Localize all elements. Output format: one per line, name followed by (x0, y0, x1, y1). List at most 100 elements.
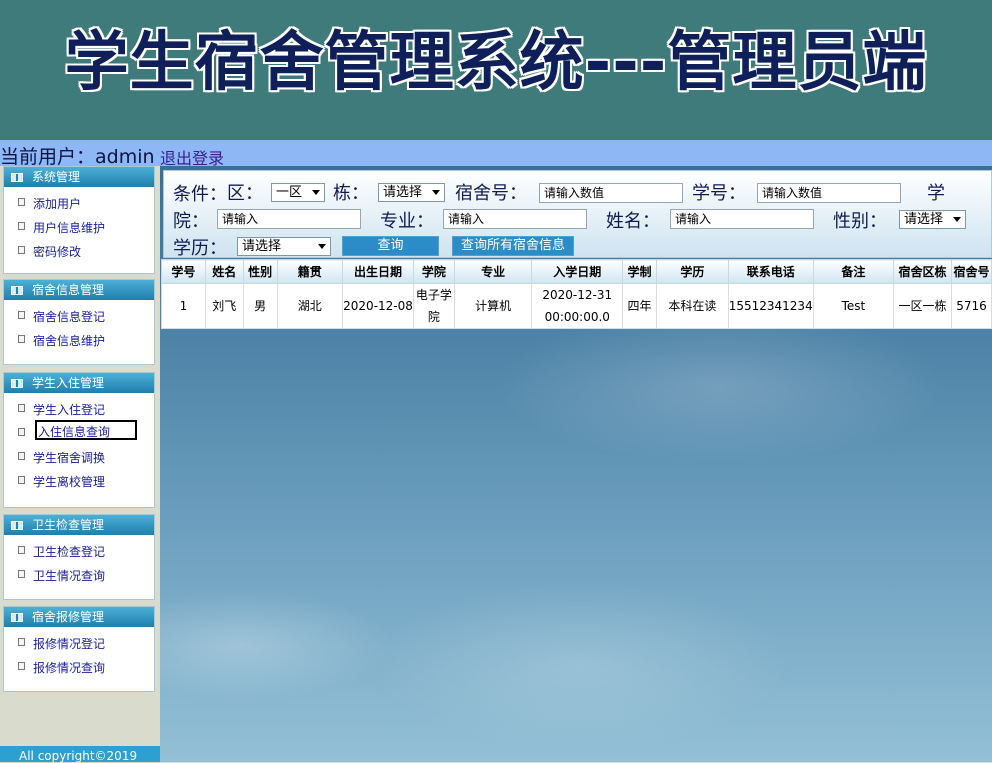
chevron-down-icon (312, 190, 320, 195)
menu-group-title: 宿舍信息管理 (32, 283, 105, 297)
menu-group-title: 学生入住管理 (32, 376, 105, 390)
sidebar-item-dorm-maintenance[interactable]: 宿舍信息维护 (4, 328, 154, 352)
column-header: 出生日期 (342, 259, 415, 284)
gender-select[interactable]: 请选择 (899, 210, 966, 229)
table-cell: 电子学院 (413, 283, 455, 329)
table-cell: Test (812, 283, 895, 329)
column-header: 备注 (812, 259, 895, 284)
column-header: 学号 (161, 259, 206, 284)
menu-group-header[interactable]: 宿舍信息管理 (4, 280, 154, 300)
menu-book-icon (11, 173, 23, 182)
education-label: 学历： (173, 238, 227, 259)
menu-group-title: 宿舍报修管理 (32, 610, 105, 624)
table-row: 1 刘飞 男 湖北 2020-12-08 电子学院 计算机 2020-12-31… (161, 283, 992, 329)
sidebar-item-checkin-register[interactable]: 学生入住登记 (4, 397, 154, 421)
sidebar-item-label: 学生入住登记 (33, 403, 106, 417)
column-header: 姓名 (204, 259, 244, 284)
table-cell: 本科在读 (655, 283, 729, 329)
area-label: 区： (227, 183, 263, 204)
gender-label: 性别： (833, 211, 887, 232)
column-header: 专业 (453, 259, 533, 284)
sidebar-item-user-maintenance[interactable]: 用户信息维护 (4, 215, 154, 239)
sidebar-item-leave-school[interactable]: 学生离校管理 (4, 469, 154, 493)
menu-book-icon (11, 613, 23, 622)
column-header: 学历 (655, 259, 729, 284)
sidebar-item-label: 报修情况登记 (33, 637, 106, 651)
chevron-down-icon (953, 217, 961, 222)
table-cell: 一区一栋 (893, 283, 952, 329)
student-id-label: 学号： (692, 183, 746, 204)
document-icon (18, 428, 25, 436)
sidebar-item-add-user[interactable]: 添加用户 (4, 191, 154, 215)
menu-group-hygiene: 卫生检查管理 卫生检查登记 卫生情况查询 (3, 514, 155, 600)
menu-group-header[interactable]: 学生入住管理 (4, 373, 154, 393)
table-cell: 1 (161, 283, 206, 329)
table-cell: 男 (242, 283, 278, 329)
app-title: 学生宿舍管理系统---管理员端 (64, 26, 928, 100)
sidebar-item-dorm-swap[interactable]: 学生宿舍调换 (4, 445, 154, 469)
sidebar-item-checkin-query[interactable]: 入住信息查询 (4, 420, 154, 445)
query-button[interactable]: 查询 (342, 236, 439, 256)
current-user-label: 当前用户：admin (0, 146, 155, 168)
table-cell: 四年 (622, 283, 657, 329)
column-header: 入学日期 (531, 259, 624, 284)
sidebar-item-label: 学生宿舍调换 (33, 451, 106, 465)
education-select[interactable]: 请选择 (237, 237, 331, 256)
table-cell: 2020-12-31 00:00:00.0 (531, 283, 624, 329)
sidebar-item-hygiene-register[interactable]: 卫生检查登记 (4, 539, 154, 563)
sidebar-item-dorm-register[interactable]: 宿舍信息登记 (4, 304, 154, 328)
header: 学生宿舍管理系统---管理员端 (0, 0, 992, 140)
menu-group-system: 系统管理 添加用户 用户信息维护 密码修改 (3, 166, 155, 274)
menu-group-dorm-info: 宿舍信息管理 宿舍信息登记 宿舍信息维护 (3, 279, 155, 365)
building-select[interactable]: 请选择 (378, 183, 445, 202)
sidebar-item-change-password[interactable]: 密码修改 (4, 239, 154, 263)
name-label: 姓名： (606, 211, 660, 232)
menu-group-header[interactable]: 卫生检查管理 (4, 515, 154, 535)
query-all-button[interactable]: 查询所有宿舍信息 (452, 236, 574, 256)
table-cell: 2020-12-08 (342, 283, 415, 329)
menu-book-icon (11, 521, 23, 530)
column-header: 宿舍号 (950, 259, 992, 284)
menu-group-header[interactable]: 宿舍报修管理 (4, 607, 154, 627)
condition-label: 条件： (173, 184, 227, 205)
document-icon (18, 335, 25, 343)
table-cell: 15512341234 (727, 283, 814, 329)
copyright-text: All copyright©2019 (19, 749, 138, 763)
sidebar-item-label: 添加用户 (33, 197, 82, 211)
sidebar-item-repair-register[interactable]: 报修情况登记 (4, 631, 154, 655)
column-header: 籍贯 (276, 259, 344, 284)
document-icon (18, 246, 25, 254)
column-header: 性别 (242, 259, 278, 284)
sidebar-item-hygiene-query[interactable]: 卫生情况查询 (4, 563, 154, 587)
table-header-row: 学号 姓名 性别 籍贯 出生日期 学院 专业 入学日期 学制 学历 联系电话 备… (161, 259, 992, 284)
college-input[interactable] (217, 209, 361, 229)
education-select-value: 请选择 (242, 239, 282, 254)
student-id-input[interactable] (757, 183, 901, 203)
room-input[interactable] (539, 183, 683, 203)
chevron-down-icon (318, 244, 326, 249)
area-select[interactable]: 一区 (271, 183, 325, 202)
column-header: 宿舍区栋 (893, 259, 952, 284)
menu-group-header[interactable]: 系统管理 (4, 167, 154, 187)
sidebar-item-repair-query[interactable]: 报修情况查询 (4, 655, 154, 679)
sidebar-item-label: 报修情况查询 (33, 661, 106, 675)
sidebar-item-label: 密码修改 (33, 245, 82, 259)
major-label: 专业： (380, 211, 434, 232)
area-select-value: 一区 (276, 185, 303, 200)
menu-group-checkin: 学生入住管理 学生入住登记 入住信息查询 学生宿舍调换 学生离校管理 (3, 372, 155, 508)
document-icon (18, 452, 25, 460)
major-input[interactable] (443, 209, 587, 229)
table-cell: 计算机 (453, 283, 533, 329)
table-cell: 刘飞 (204, 283, 244, 329)
column-header: 联系电话 (727, 259, 814, 284)
menu-group-title: 系统管理 (32, 170, 81, 184)
menu-book-icon (11, 286, 23, 295)
footer: All copyright©2019 (0, 746, 160, 763)
name-input[interactable] (670, 209, 814, 229)
building-select-value: 请选择 (383, 185, 423, 200)
chevron-down-icon (432, 190, 440, 195)
sidebar-item-label: 宿舍信息维护 (33, 334, 106, 348)
sidebar-item-label: 学生离校管理 (33, 475, 106, 489)
sidebar: 系统管理 添加用户 用户信息维护 密码修改 宿舍信息管理 宿舍信息登记 宿舍信息… (0, 166, 160, 698)
table-cell: 5716 (950, 283, 992, 329)
